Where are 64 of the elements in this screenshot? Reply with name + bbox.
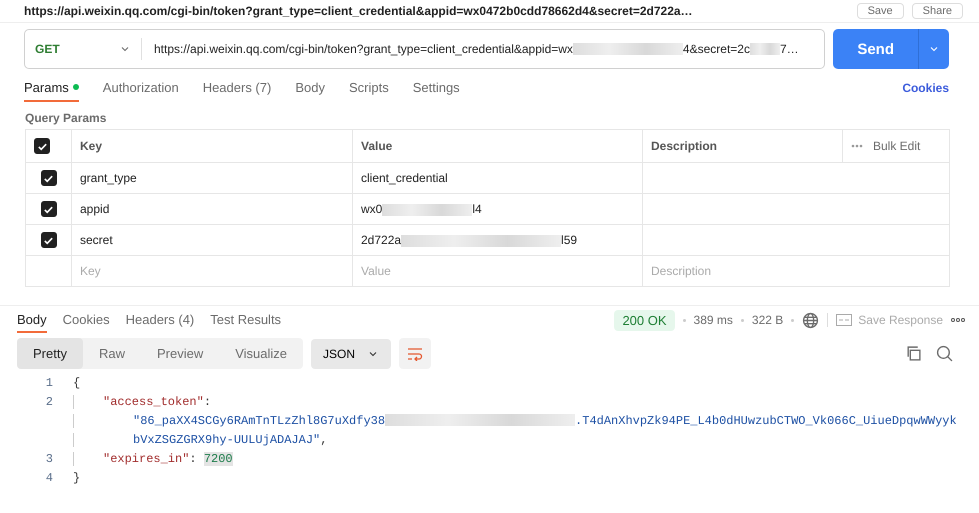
section-title: Query Params (24, 110, 108, 127)
line-number: 2 (44, 394, 54, 408)
format-dropdown[interactable]: JSON (311, 338, 392, 368)
copy-icon[interactable] (905, 345, 922, 362)
method-dropdown[interactable]: GET (25, 38, 142, 60)
redacted-blur (750, 43, 780, 55)
response-tab[interactable]: Cookies (62, 307, 110, 333)
toolbar-button[interactable]: Share (912, 3, 963, 19)
request-tab[interactable]: Settings (412, 74, 460, 102)
request-tab[interactable]: Params (24, 74, 79, 102)
response-tab[interactable]: Body (17, 307, 47, 333)
checkbox[interactable] (40, 201, 56, 217)
table-cell: 2d722a l59 (352, 224, 642, 256)
url-input[interactable]: https://api.weixin.qq.com/cgi-bin/token?grant_type=client_credential&appid=wx 4&secret=2c 7… (142, 42, 824, 56)
json-number: 7200 (204, 452, 233, 466)
search-icon[interactable] (936, 345, 953, 362)
view-mode-tab[interactable]: Preview (140, 338, 220, 369)
response-tab[interactable]: Headers (4) (126, 307, 194, 333)
json-string: "86_paXX4SCGy6RAmTnTLzZhl8G7uXdfy38 (133, 414, 386, 428)
column-header: Key (72, 130, 352, 162)
request-tab[interactable]: Headers (7) (202, 74, 272, 102)
json-key: "expires_in" (103, 452, 190, 466)
json-string: bVxZSGZGRX9hy-UULUjADAJAJ" (133, 432, 320, 446)
view-mode-tab[interactable]: Pretty (17, 338, 83, 369)
cookies-link[interactable]: Cookies (902, 81, 949, 95)
line-number: 3 (44, 452, 54, 466)
more-icon[interactable] (951, 318, 965, 322)
column-header: Description (642, 130, 842, 162)
json-punctuation: , (320, 432, 328, 446)
json-punctuation: : (204, 394, 212, 408)
view-mode-tab[interactable]: Raw (82, 338, 141, 369)
toolbar-button[interactable]: Save (856, 3, 904, 19)
request-title: https://api.weixin.qq.com/cgi-bin/token?grant_type=client_credential&appid=wx0472b0cdd78662d4&secret=2d722a… (24, 4, 694, 18)
json-string: .T4dAnXhvpZk94PE_L4b0dHUwzubCTWO_Vk066C_UiueDpqwWWyyk (575, 414, 957, 428)
dots-icon (851, 144, 863, 148)
request-tab[interactable]: Authorization (102, 74, 179, 102)
table-cell: wx0 l4 (352, 194, 642, 224)
line-number: 4 (44, 470, 54, 484)
json-punctuation: } (73, 470, 80, 484)
checkbox[interactable] (40, 232, 56, 248)
json-punctuation: : (189, 452, 198, 466)
column-header: Value (352, 130, 642, 162)
response-time: 389 ms (694, 313, 733, 327)
checkbox[interactable] (40, 170, 56, 186)
json-punctuation: { (73, 376, 80, 390)
save-icon (836, 314, 852, 326)
response-tab[interactable]: Test Results (210, 307, 282, 333)
checkbox[interactable] (34, 138, 50, 154)
table-cell: appid (72, 194, 352, 224)
view-mode-tab[interactable]: Visualize (219, 338, 304, 369)
url-bar[interactable]: GET https://api.weixin.qq.com/cgi-bin/token?grant_type=client_credential&appid=wx 4&secret=2c 7… (24, 29, 826, 69)
wrap-lines-button[interactable] (399, 338, 432, 369)
globe-icon[interactable] (802, 312, 820, 328)
table-cell: grant_type (72, 162, 352, 194)
request-tab[interactable]: Body (295, 74, 325, 102)
wrap-icon (407, 346, 424, 360)
send-button[interactable]: Send (833, 29, 949, 69)
request-tab[interactable]: Scripts (348, 74, 389, 102)
table-cell: secret (72, 224, 352, 256)
line-number: 1 (44, 376, 54, 390)
json-key: "access_token" (103, 394, 204, 408)
response-size: 322 B (752, 313, 784, 327)
table-cell: client_credential (352, 162, 642, 194)
status-badge: 200 OK (614, 310, 675, 330)
